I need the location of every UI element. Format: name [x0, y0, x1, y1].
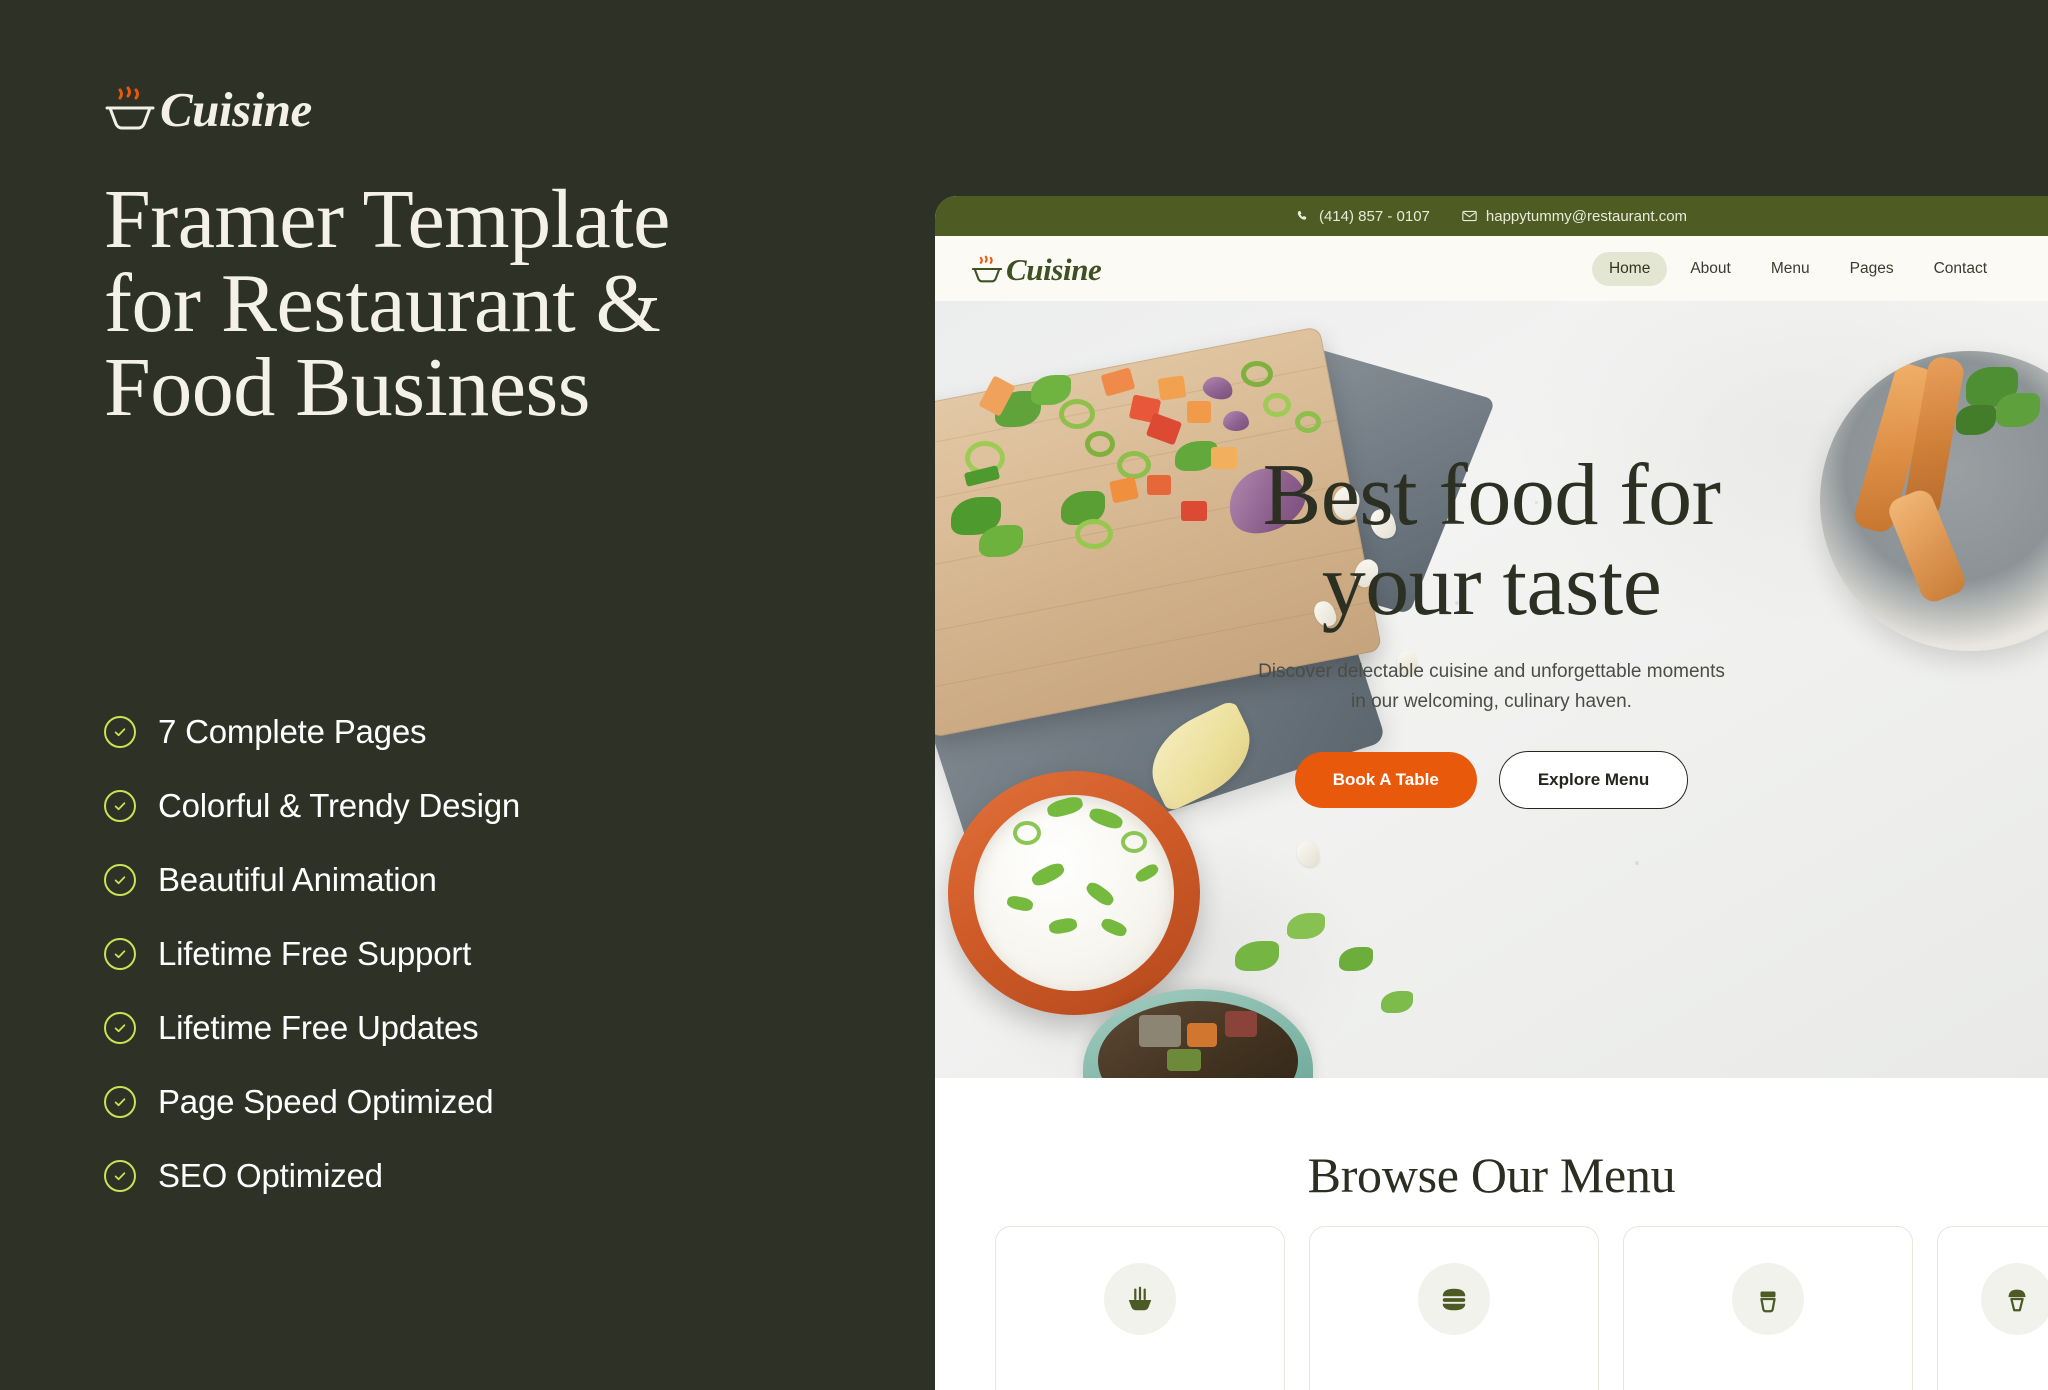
feature-item: Colorful & Trendy Design: [104, 789, 520, 822]
feature-item: Beautiful Animation: [104, 863, 520, 896]
check-circle-icon: [104, 1085, 136, 1118]
promo-logo: Cuisine: [104, 82, 312, 134]
hero-content: Best food for your taste Discover delect…: [935, 451, 2048, 809]
feature-label: Beautiful Animation: [158, 861, 437, 898]
drink-icon: [1732, 1263, 1804, 1335]
hero-section: Best food for your taste Discover delect…: [935, 301, 2048, 1078]
check-circle-icon: [104, 789, 136, 822]
feature-item: SEO Optimized: [104, 1159, 520, 1192]
feature-item: Page Speed Optimized: [104, 1085, 520, 1118]
promo-panel: Cuisine Framer Template for Restaurant &…: [0, 0, 935, 1390]
nav-link-menu[interactable]: Menu: [1754, 252, 1827, 286]
noodles-icon: [1104, 1263, 1176, 1335]
menu-card[interactable]: [1937, 1226, 2048, 1390]
phone-icon: [1296, 209, 1310, 223]
nav-logo-text: Cuisine: [1006, 251, 1102, 287]
burger-icon: [1418, 1263, 1490, 1335]
nav-link-contact[interactable]: Contact: [1917, 252, 2004, 286]
email-address: happytummy@restaurant.com: [1485, 207, 1688, 225]
menu-section-title: Browse Our Menu: [1307, 1147, 1676, 1203]
hero-title-line-2: your taste: [1321, 536, 1662, 634]
nav-link-pages[interactable]: Pages: [1833, 252, 1911, 286]
feature-item: Lifetime Free Updates: [104, 1011, 520, 1044]
hero-title: Best food for your taste: [975, 451, 2008, 631]
site-navbar: Cuisine Home About Menu Pages Contact: [935, 236, 2048, 301]
browse-menu-section: Browse Our Menu: [935, 1078, 2048, 1390]
phone-number: (414) 857 - 0107: [1318, 207, 1430, 225]
envelope-icon: [1462, 210, 1477, 222]
check-circle-icon: [104, 1159, 136, 1192]
dessert-icon: [1981, 1263, 2048, 1335]
feature-item: 7 Complete Pages: [104, 715, 520, 748]
hero-subtitle-line-2: in our welcoming, culinary haven.: [1351, 690, 1632, 712]
feature-label: Lifetime Free Support: [158, 935, 472, 972]
check-circle-icon: [104, 1011, 136, 1044]
explore-menu-button[interactable]: Explore Menu: [1498, 750, 1689, 809]
steaming-bowl-icon: [971, 253, 1003, 285]
heading-line-2: for Restaurant &: [104, 257, 661, 350]
feature-item: Lifetime Free Support: [104, 937, 520, 970]
check-circle-icon: [104, 863, 136, 896]
website-mockup: (414) 857 - 0107 happytummy@restaurant.c…: [935, 196, 2048, 1390]
menu-category-cards: [935, 1226, 2048, 1390]
hero-title-line-1: Best food for: [1262, 447, 1721, 544]
feature-label: 7 Complete Pages: [158, 713, 427, 750]
nav-logo[interactable]: Cuisine: [971, 251, 1102, 287]
feature-label: Lifetime Free Updates: [158, 1009, 479, 1046]
book-a-table-button[interactable]: Book A Table: [1294, 751, 1477, 808]
hero-subtitle: Discover delectable cuisine and unforget…: [975, 657, 2008, 717]
hero-subtitle-line-1: Discover delectable cuisine and unforget…: [1258, 660, 1725, 682]
promo-logo-text: Cuisine: [160, 82, 312, 137]
check-circle-icon: [104, 715, 136, 748]
email-contact[interactable]: happytummy@restaurant.com: [1462, 208, 1687, 225]
steaming-bowl-icon: [104, 82, 156, 134]
menu-card[interactable]: [1623, 1226, 1913, 1390]
feature-list: 7 Complete Pages Colorful & Trendy Desig…: [104, 715, 520, 1192]
heading-line-3: Food Business: [104, 341, 590, 434]
feature-label: Colorful & Trendy Design: [158, 787, 521, 824]
page-title: Framer Template for Restaurant & Food Bu…: [104, 178, 804, 430]
hero-buttons: Book A Table Explore Menu: [975, 750, 2008, 809]
menu-card[interactable]: [995, 1226, 1285, 1390]
heading-line-1: Framer Template: [104, 173, 670, 266]
contact-topbar: (414) 857 - 0107 happytummy@restaurant.c…: [935, 196, 2048, 236]
phone-contact[interactable]: (414) 857 - 0107: [1296, 208, 1430, 225]
feature-label: SEO Optimized: [158, 1157, 383, 1194]
menu-card[interactable]: [1309, 1226, 1599, 1390]
nav-link-home[interactable]: Home: [1591, 251, 1668, 286]
check-circle-icon: [104, 937, 136, 970]
feature-label: Page Speed Optimized: [158, 1083, 494, 1120]
nav-links: Home About Menu Pages Contact: [1591, 251, 2004, 286]
nav-link-about[interactable]: About: [1673, 252, 1748, 286]
